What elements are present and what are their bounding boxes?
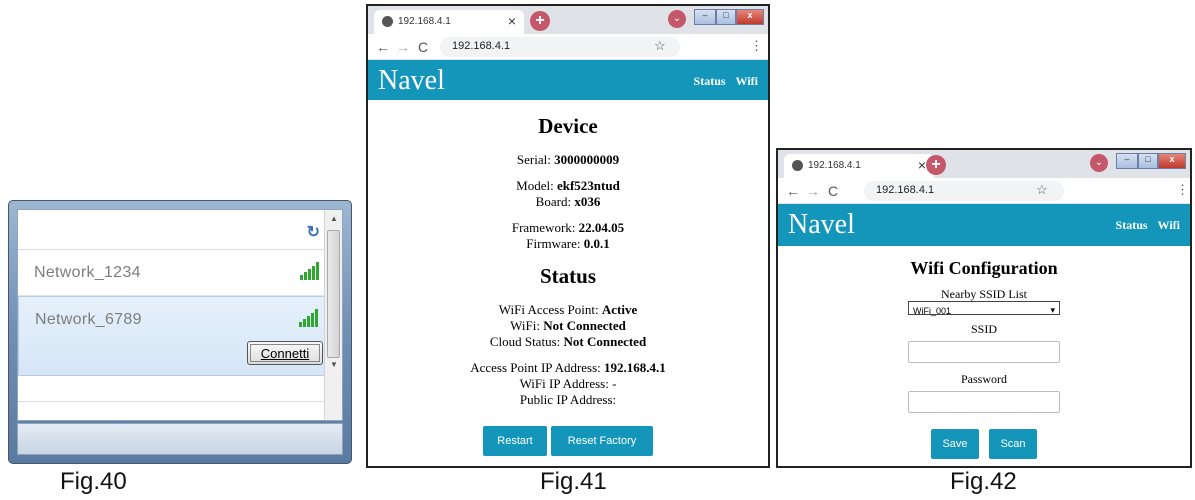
new-tab-icon[interactable]: + (926, 155, 946, 175)
browser-window-wifi: 192.168.4.1 × + ⌄ – □ x ← → C 192.168.4.… (776, 148, 1192, 468)
maximize-icon[interactable]: □ (716, 9, 736, 25)
window-close-icon[interactable]: x (1158, 153, 1186, 169)
window-close-icon[interactable]: x (736, 9, 764, 25)
nav-status-link[interactable]: Status (1116, 218, 1148, 232)
device-page: Device Serial: 3000000009 Model: ekf523n… (368, 114, 768, 456)
flyout-header: ↻ (18, 210, 342, 250)
restart-button[interactable]: Restart (483, 426, 547, 456)
model-board-lines: Model: ekf523ntud Board: x036 (516, 178, 620, 209)
minimize-icon[interactable]: – (1116, 153, 1138, 169)
tab-bar: 192.168.4.1 × + ⌄ – □ x (368, 6, 768, 34)
chevron-down-icon[interactable]: ⌄ (1090, 154, 1108, 172)
nav-links: Status Wifi (684, 74, 758, 89)
forward-icon[interactable]: → (396, 39, 410, 55)
menu-icon[interactable]: ⋮ (1176, 182, 1189, 198)
scroll-down-icon[interactable]: ▼ (330, 360, 338, 369)
site-navbar: Navel Status Wifi (778, 204, 1190, 246)
nav-status-link[interactable]: Status (694, 74, 726, 88)
save-button[interactable]: Save (931, 429, 979, 459)
scroll-up-icon[interactable]: ▲ (330, 214, 338, 223)
url-field[interactable]: 192.168.4.1 (864, 181, 1064, 201)
list-spacer (18, 376, 342, 402)
refresh-icon[interactable]: ↻ (307, 222, 320, 242)
ssid-input[interactable] (908, 341, 1060, 363)
new-tab-icon[interactable]: + (530, 11, 550, 31)
brand-logo[interactable]: Navel (788, 209, 855, 241)
device-heading: Device (538, 114, 598, 138)
figure-caption: Fig.40 (60, 468, 127, 495)
back-icon[interactable]: ← (786, 183, 800, 199)
signal-strength-icon (300, 262, 320, 280)
scrollbar-thumb[interactable] (327, 230, 340, 358)
scrollbar[interactable]: ▲ ▼ (324, 210, 342, 420)
status-heading: Status (539, 264, 597, 288)
reset-factory-button[interactable]: Reset Factory (551, 426, 653, 456)
close-icon[interactable]: × (918, 157, 926, 173)
back-icon[interactable]: ← (376, 39, 390, 55)
close-icon[interactable]: × (508, 13, 516, 29)
network-name: Network_1234 (34, 264, 141, 281)
flyout-footer (17, 423, 343, 455)
window-controls: – □ x (694, 9, 766, 29)
forward-icon[interactable]: → (806, 183, 820, 199)
network-list: ↻ Network_1234 Network_6789 Connetti ▲ ▼ (17, 209, 343, 421)
scan-button[interactable]: Scan (989, 429, 1037, 459)
url-field[interactable]: 192.168.4.1 (440, 37, 680, 57)
wifi-config-heading: Wifi Configuration (910, 258, 1058, 278)
window-controls: – □ x (1116, 153, 1188, 173)
globe-icon (792, 160, 803, 171)
tab-title: 192.168.4.1 (398, 16, 451, 27)
ssid-label: SSID (970, 322, 997, 336)
tab-bar: 192.168.4.1 × + ⌄ – □ x (778, 150, 1190, 178)
nav-links: Status Wifi (1106, 218, 1180, 233)
ip-address-lines: Access Point IP Address: 192.168.4.1 WiF… (470, 360, 666, 407)
chevron-down-icon: ▾ (1050, 305, 1055, 315)
browser-window-device: 192.168.4.1 × + ⌄ – □ x ← → C 192.168.4.… (366, 4, 770, 468)
serial-line: Serial: 3000000009 (516, 152, 620, 167)
wifi-config-page: Wifi Configuration Nearby SSID List WiFi… (778, 258, 1190, 459)
ssid-list-label: Nearby SSID List (941, 287, 1027, 301)
nav-wifi-link[interactable]: Wifi (736, 74, 758, 88)
network-item[interactable]: Network_1234 (18, 250, 342, 296)
network-name: Network_6789 (35, 311, 142, 328)
browser-tab[interactable]: 192.168.4.1 × (374, 10, 524, 34)
network-item-selected[interactable]: Network_6789 Connetti (18, 296, 342, 376)
reload-icon[interactable]: C (828, 183, 838, 199)
reload-icon[interactable]: C (418, 39, 428, 55)
star-icon[interactable]: ☆ (1036, 182, 1048, 198)
maximize-icon[interactable]: □ (1138, 153, 1158, 169)
browser-tab[interactable]: 192.168.4.1 × (784, 154, 934, 178)
figure-caption: Fig.41 (540, 468, 607, 495)
firmware-lines: Framework: 22.04.05 Firmware: 0.0.1 (511, 220, 625, 251)
address-bar: ← → C 192.168.4.1 ☆ ⋮ (778, 178, 1190, 204)
star-icon[interactable]: ☆ (654, 38, 666, 54)
chevron-down-icon[interactable]: ⌄ (668, 10, 686, 28)
nav-wifi-link[interactable]: Wifi (1158, 218, 1180, 232)
action-buttons: Save Scan (778, 429, 1190, 459)
connect-button[interactable]: Connetti (247, 341, 323, 365)
connection-status-lines: WiFi Access Point: Active WiFi: Not Conn… (489, 302, 647, 349)
menu-icon[interactable]: ⋮ (750, 38, 763, 54)
signal-strength-icon (299, 309, 319, 327)
globe-icon (382, 16, 393, 27)
figure-caption: Fig.42 (950, 468, 1017, 495)
address-bar: ← → C 192.168.4.1 ☆ ⋮ (368, 34, 768, 60)
ssid-select[interactable]: WiFi_001 ▾ (908, 301, 1060, 316)
brand-logo[interactable]: Navel (378, 65, 445, 97)
password-input[interactable] (908, 391, 1060, 413)
site-navbar: Navel Status Wifi (368, 60, 768, 100)
minimize-icon[interactable]: – (694, 9, 716, 25)
network-flyout: ↻ Network_1234 Network_6789 Connetti ▲ ▼ (8, 200, 352, 464)
tab-title: 192.168.4.1 (808, 160, 861, 171)
password-label: Password (960, 372, 1007, 386)
action-buttons: Restart Reset Factory (368, 426, 768, 456)
